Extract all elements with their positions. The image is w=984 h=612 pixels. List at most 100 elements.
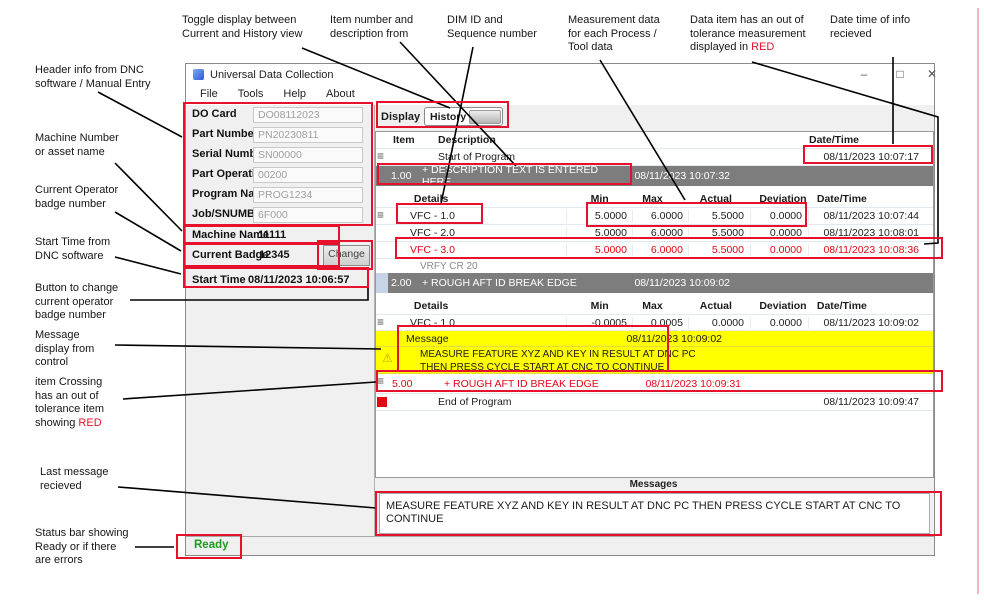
- vfc4-name: VFC - 1.0: [388, 317, 566, 329]
- row-group-1[interactable]: 1.00 + DESCRIPTION TEXT IS ENTERED HERE …: [376, 166, 933, 186]
- col-deviation: Deviation: [759, 193, 817, 205]
- vfc1-max: 6.0000: [632, 210, 688, 222]
- display-bar: Display History: [375, 105, 934, 130]
- vfc1-name: VFC - 1.0: [388, 210, 566, 222]
- display-toggle-label: History: [425, 111, 469, 123]
- data-panel: Display History Item Description Date/Ti…: [375, 105, 934, 537]
- message-row-datetime: 08/11/2023 10:09:02: [611, 333, 728, 345]
- menu-bar: File Tools Help About: [186, 85, 934, 106]
- vfc3-min: 5.0000: [566, 244, 632, 256]
- col-item: Item: [388, 134, 434, 146]
- status-divider: [240, 539, 241, 552]
- current-badge-value: 12345: [259, 249, 290, 261]
- title-bar: Universal Data Collection – □ ✕: [186, 64, 934, 85]
- row5-item: 5.00: [388, 378, 422, 390]
- col-details: Details: [388, 193, 577, 205]
- vfc3-datetime: 08/11/2023 10:08:36: [808, 244, 925, 256]
- row-vfc-3-out-of-tolerance[interactable]: VFC - 3.0 5.0000 6.0000 5.5000 0.0000 08…: [376, 242, 933, 259]
- part-number-label: Part Number: [192, 128, 258, 140]
- vfc1-actual: 5.5000: [688, 210, 750, 222]
- maximize-icon[interactable]: □: [884, 64, 916, 85]
- row-end-datetime: 08/11/2023 10:09:47: [808, 396, 925, 408]
- group1-item: 1.00: [388, 170, 422, 182]
- vfc2-max: 6.0000: [632, 227, 688, 239]
- serial-number-field[interactable]: SN00000: [253, 147, 363, 163]
- start-time-value: 08/11/2023 10:06:57: [248, 274, 350, 286]
- vfc2-deviation: 0.0000: [750, 227, 808, 239]
- menu-help[interactable]: Help: [273, 85, 316, 105]
- col-description: Description: [434, 134, 566, 146]
- menu-about[interactable]: About: [316, 85, 365, 105]
- row-5-out-of-tolerance[interactable]: 5.00 + ROUGH AFT ID BREAK EDGE 08/11/202…: [376, 374, 933, 394]
- annotation-item-crossing: item Crossing has an out of tolerance it…: [35, 376, 104, 430]
- row-handle-icon[interactable]: [376, 149, 388, 165]
- minimize-icon[interactable]: –: [848, 64, 880, 85]
- vfc2-datetime: 08/11/2023 10:08:01: [808, 227, 925, 239]
- col-max: Max: [642, 193, 698, 205]
- vfc4-datetime: 08/11/2023 10:09:02: [808, 317, 925, 329]
- vfc1-deviation: 0.0000: [750, 210, 808, 222]
- part-number-field[interactable]: PN20230811: [253, 127, 363, 143]
- menu-tools[interactable]: Tools: [228, 85, 274, 105]
- header-panel: DO Card DO08112023 Part Number PN2023081…: [186, 105, 375, 537]
- col-deviation: Deviation: [759, 300, 817, 312]
- vfc2-min: 5.0000: [566, 227, 632, 239]
- row-start-datetime: 08/11/2023 10:07:17: [808, 151, 925, 163]
- do-card-label: DO Card: [192, 108, 237, 120]
- group2-item: 2.00: [388, 277, 422, 289]
- note-text: VRFY CR 20: [376, 261, 478, 272]
- display-toggle[interactable]: History: [424, 107, 503, 126]
- annotation-header-info: Header info from DNCsoftware / Manual En…: [35, 64, 151, 91]
- col-datetime: Date/Time: [808, 134, 925, 146]
- machine-name-value: 11111: [258, 229, 286, 241]
- change-badge-button[interactable]: Change: [323, 245, 370, 266]
- annotation-start-time: Start Time fromDNC software: [35, 236, 110, 263]
- annotation-out-of-tolerance: Data item has an out of tolerance measur…: [690, 14, 806, 55]
- vfc3-name: VFC - 3.0: [388, 244, 566, 256]
- row-vfc-2[interactable]: VFC - 2.0 5.0000 6.0000 5.5000 0.0000 08…: [376, 225, 933, 242]
- row-end-of-program[interactable]: End of Program 08/11/2023 10:09:47: [376, 394, 933, 411]
- job-snumb-field[interactable]: 6F000: [253, 207, 363, 223]
- row-note: VRFY CR 20: [376, 259, 933, 273]
- row-message[interactable]: Message 08/11/2023 10:09:02: [376, 331, 933, 347]
- detail-header-1: Details Min Max Actual Deviation Date/Ti…: [376, 186, 933, 208]
- vfc3-max: 6.0000: [632, 244, 688, 256]
- row-end-description: End of Program: [434, 396, 566, 408]
- toggle-knob[interactable]: [469, 110, 501, 124]
- annotation-machine-number: Machine Numberor asset name: [35, 132, 119, 159]
- close-icon[interactable]: ✕: [916, 64, 948, 85]
- status-ready-text: Ready: [194, 539, 229, 551]
- do-card-field[interactable]: DO08112023: [253, 107, 363, 123]
- vfc2-name: VFC - 2.0: [388, 227, 566, 239]
- current-badge-label: Current Badge: [192, 249, 268, 261]
- part-operation-field[interactable]: 00200: [253, 167, 363, 183]
- col-detail-datetime: Date/Time: [817, 300, 933, 312]
- annotation-last-message: Last messagerecieved: [40, 466, 108, 493]
- col-actual: Actual: [698, 193, 760, 205]
- row-handle-icon[interactable]: [376, 208, 388, 224]
- page-edge-line: [977, 8, 979, 594]
- annotation-date-time-info: Date time of inforecieved: [830, 14, 910, 41]
- annotation-message-display: Messagedisplay fromcontrol: [35, 329, 94, 370]
- vfc3-actual: 5.5000: [688, 244, 750, 256]
- row-start-description: Start of Program: [434, 151, 566, 163]
- start-time-label: Start Time: [192, 274, 246, 286]
- group2-datetime: 08/11/2023 10:09:02: [619, 277, 736, 289]
- annotation-dim-id: DIM ID andSequence number: [447, 14, 537, 41]
- group1-datetime: 08/11/2023 10:07:32: [619, 170, 736, 182]
- row-vfc-1-group2[interactable]: VFC - 1.0 -0.0005 0.0005 0.0000 0.0000 0…: [376, 315, 933, 331]
- vfc2-actual: 5.5000: [688, 227, 750, 239]
- program-name-field[interactable]: PROG1234: [253, 187, 363, 203]
- col-min: Min: [577, 193, 643, 205]
- row-handle-icon[interactable]: [376, 374, 388, 393]
- menu-file[interactable]: File: [190, 85, 228, 105]
- row-handle-icon[interactable]: [376, 315, 388, 330]
- vfc1-min: 5.0000: [566, 210, 632, 222]
- row-vfc-1[interactable]: VFC - 1.0 5.0000 6.0000 5.5000 0.0000 08…: [376, 208, 933, 225]
- row-group-2[interactable]: 2.00 + ROUGH AFT ID BREAK EDGE 08/11/202…: [376, 273, 933, 293]
- row-message-text: MEASURE FEATURE XYZ AND KEY IN RESULT AT…: [376, 347, 933, 374]
- messages-box: MEASURE FEATURE XYZ AND KEY IN RESULT AT…: [379, 493, 930, 534]
- row-selection-highlight: [376, 273, 388, 293]
- vfc1-datetime: 08/11/2023 10:07:44: [808, 210, 925, 222]
- message-line-2: THEN PRESS CYCLE START AT CNC TO CONTINU…: [420, 362, 696, 375]
